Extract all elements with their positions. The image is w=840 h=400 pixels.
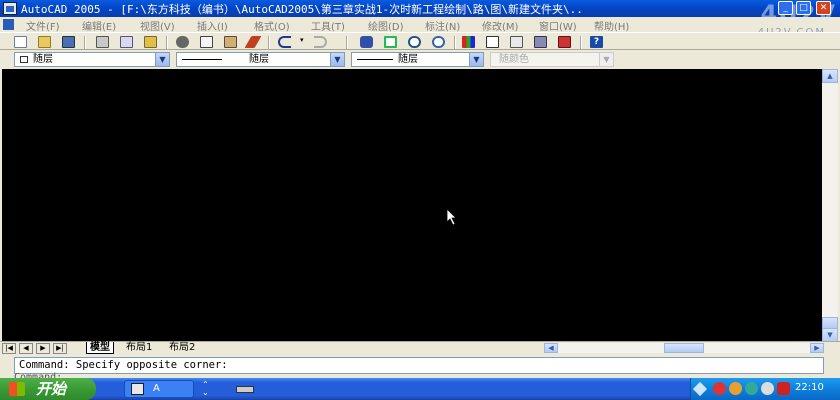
print-icon[interactable]: [96, 36, 109, 48]
properties-icon[interactable]: [462, 36, 475, 48]
restore-button[interactable]: □: [796, 1, 811, 15]
menu-view[interactable]: 视图(V): [140, 18, 175, 33]
lineweight-dropdown[interactable]: 随层 ▼: [351, 52, 484, 67]
tray-shield-icon[interactable]: [777, 382, 790, 395]
linetype-dropdown[interactable]: 随层 ▼: [176, 52, 345, 67]
help-icon[interactable]: ?: [590, 36, 603, 48]
last-tab-icon[interactable]: ▶|: [53, 343, 67, 354]
undo-icon[interactable]: [278, 36, 291, 48]
chevron-down-icon[interactable]: ▼: [469, 53, 483, 66]
title-bar: AutoCAD 2005 - [F:\东方科技（编书）\AutoCAD2005\…: [0, 0, 840, 28]
system-tray: 22:10: [690, 378, 840, 400]
markup-icon[interactable]: [558, 36, 571, 48]
minimize-button[interactable]: _: [778, 1, 793, 15]
prev-tab-icon[interactable]: ◀: [19, 343, 33, 354]
layer-color-swatch: [20, 56, 28, 63]
pan-icon[interactable]: [360, 36, 373, 48]
close-button[interactable]: ✕: [816, 1, 831, 15]
hscroll-thumb[interactable]: [664, 343, 704, 353]
toolbar-separator: [454, 36, 456, 49]
menu-draw[interactable]: 绘图(D): [368, 18, 404, 33]
layer-dropdown[interactable]: 随层 ▼: [14, 52, 170, 67]
document-icon[interactable]: [3, 19, 14, 30]
zoom-window-icon[interactable]: [408, 36, 421, 48]
start-button[interactable]: 开始: [0, 378, 96, 400]
menu-file[interactable]: 文件(F): [26, 18, 60, 33]
linetype-sample: [182, 59, 222, 60]
menu-dimension[interactable]: 标注(N): [425, 18, 460, 33]
autocad-task-icon: [131, 383, 144, 395]
menu-format[interactable]: 格式(O): [254, 18, 290, 33]
plotstyle-dropdown: 随颜色 ▼: [490, 52, 614, 67]
lineweight-value: 随层: [398, 54, 418, 65]
properties-toolbar: 随层 ▼ 随层 ▼ 随层 ▼ 随颜色 ▼: [0, 51, 840, 67]
taskbar-scroll-icon[interactable]: ⌃ ⌄: [202, 381, 209, 397]
layer-value: 随层: [33, 54, 53, 65]
chevron-down-icon: ▼: [599, 53, 613, 66]
horizontal-scrollbar[interactable]: ◀ ▶: [544, 343, 824, 353]
standard-toolbar: ▾ ?: [0, 32, 840, 50]
window-title: AutoCAD 2005 - [F:\东方科技（编书）\AutoCAD2005\…: [21, 3, 583, 16]
tray-green-icon[interactable]: [745, 382, 758, 395]
match-properties-icon[interactable]: [244, 36, 262, 48]
sheet-set-icon[interactable]: [534, 36, 547, 48]
linetype-value: 随层: [249, 54, 269, 65]
menu-insert[interactable]: 插入(I): [197, 18, 228, 33]
menu-tools[interactable]: 工具(T): [311, 18, 345, 33]
zoom-realtime-icon[interactable]: [384, 36, 397, 48]
tab-model[interactable]: 模型: [86, 342, 114, 354]
plotstyle-value: 随颜色: [499, 54, 529, 65]
task-label: A: [153, 383, 160, 394]
windows-taskbar: 开始 A ⌃ ⌄ 22:10: [0, 378, 840, 400]
plot-preview-icon[interactable]: [120, 36, 133, 48]
publish-icon[interactable]: [144, 36, 157, 48]
zoom-previous-icon[interactable]: [432, 36, 445, 48]
scroll-right-icon[interactable]: ▶: [810, 343, 824, 353]
vertical-scrollbar[interactable]: ▲ ▼: [822, 69, 838, 342]
redo-icon[interactable]: [314, 36, 327, 48]
menu-window[interactable]: 窗口(W): [539, 18, 577, 33]
scroll-up-icon[interactable]: ▲: [822, 69, 838, 83]
menu-edit[interactable]: 编辑(E): [82, 18, 116, 33]
tray-network-icon[interactable]: [729, 382, 742, 395]
first-tab-icon[interactable]: |◀: [2, 343, 16, 354]
toolbar-separator: [84, 36, 86, 49]
clock[interactable]: 22:10: [795, 382, 824, 393]
tool-palettes-icon[interactable]: [510, 36, 523, 48]
tab-layout1[interactable]: 布局1: [123, 342, 155, 354]
menu-bar: 文件(F) 编辑(E) 视图(V) 插入(I) 格式(O) 工具(T) 绘图(D…: [0, 17, 840, 33]
next-tab-icon[interactable]: ▶: [36, 343, 50, 354]
toolbar-separator: [346, 36, 348, 49]
keyboard-icon[interactable]: [236, 386, 254, 393]
tray-red-icon[interactable]: [713, 382, 726, 395]
tray-chevron-icon[interactable]: [692, 381, 708, 397]
start-label: 开始: [36, 380, 67, 398]
new-icon[interactable]: [14, 36, 27, 48]
cut-icon[interactable]: [176, 36, 189, 48]
drawing-canvas[interactable]: [2, 69, 822, 341]
mouse-cursor-icon: [446, 208, 457, 226]
paste-icon[interactable]: [224, 36, 237, 48]
toolbar-separator: [268, 36, 270, 49]
autocad-app-icon[interactable]: [3, 2, 17, 15]
chevron-down-icon[interactable]: ▼: [155, 53, 169, 66]
design-center-icon[interactable]: [486, 36, 499, 48]
toolbar-separator: [580, 36, 582, 49]
scroll-down-icon[interactable]: ▼: [822, 328, 838, 342]
windows-logo-icon: [9, 382, 25, 396]
scroll-left-icon[interactable]: ◀: [544, 343, 558, 353]
command-history: Command: Specify opposite corner:: [19, 359, 228, 371]
save-icon[interactable]: [62, 36, 75, 48]
lineweight-sample: [357, 59, 393, 60]
menu-modify[interactable]: 修改(M): [482, 18, 518, 33]
tab-layout2[interactable]: 布局2: [166, 342, 198, 354]
open-icon[interactable]: [38, 36, 51, 48]
taskbar-autocad-button[interactable]: A: [124, 380, 194, 398]
undo-dropdown-icon[interactable]: ▾: [300, 36, 306, 48]
menu-help[interactable]: 帮助(H): [594, 18, 629, 33]
tray-volume-icon[interactable]: [761, 382, 774, 395]
copy-icon[interactable]: [200, 36, 213, 48]
chevron-down-icon[interactable]: ▼: [330, 53, 344, 66]
toolbar-separator: [166, 36, 168, 49]
